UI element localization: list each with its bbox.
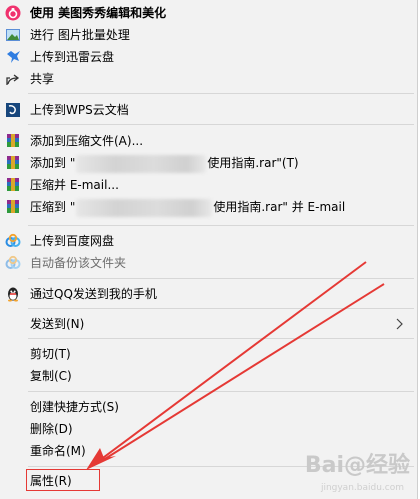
- xunlei-bird-icon: [5, 49, 21, 65]
- watermark-logo: Bai@经验: [304, 453, 410, 478]
- menu-item-label: 添加到压缩文件(A)...: [30, 134, 144, 148]
- menu-item-label: 压缩并 E-mail...: [30, 178, 119, 192]
- menu-item-create-shortcut[interactable]: 创建快捷方式(S): [0, 396, 414, 418]
- menu-item-label: 使用 美图秀秀编辑和美化: [30, 6, 167, 20]
- menu-separator: [28, 225, 414, 226]
- winrar-icon: [5, 177, 21, 193]
- share-icon: [5, 71, 21, 87]
- menu-item-label: 重命名(M): [30, 444, 86, 458]
- wps-cloud-icon: [5, 102, 21, 118]
- chevron-right-icon: [396, 318, 404, 333]
- baidu-netdisk-icon: [5, 255, 21, 271]
- menu-item-label: 创建快捷方式(S): [30, 400, 119, 414]
- menu-item-baidu-upload[interactable]: 上传到百度网盘: [0, 230, 414, 252]
- menu-separator: [28, 278, 414, 279]
- menu-item-compress-email[interactable]: 压缩并 E-mail...: [0, 174, 414, 196]
- label-suffix: 使用指南.rar" 并 E-mail: [213, 200, 346, 214]
- qq-penguin-icon: [5, 286, 21, 302]
- menu-item-delete[interactable]: 删除(D): [0, 418, 414, 440]
- menu-item-label: 添加到 " 使用指南.rar"(T): [30, 152, 299, 174]
- menu-item-label: 删除(D): [30, 422, 73, 436]
- menu-separator: [28, 308, 414, 309]
- winrar-icon: [5, 199, 21, 215]
- menu-item-label: 发送到(N): [30, 317, 85, 331]
- meitu-icon: [5, 5, 21, 21]
- menu-item-qq-send[interactable]: 通过QQ发送到我的手机: [0, 283, 414, 305]
- menu-item-add-to-archive[interactable]: 添加到压缩文件(A)...: [0, 130, 414, 152]
- image-icon: [5, 27, 21, 43]
- menu-item-share[interactable]: 共享: [0, 68, 414, 90]
- redacted-filename: [76, 154, 207, 173]
- menu-item-auto-backup[interactable]: 自动备份该文件夹: [0, 252, 414, 274]
- menu-separator: [28, 338, 414, 339]
- highlight-box: [26, 469, 100, 491]
- menu-item-compress-to-email[interactable]: 压缩到 " 使用指南.rar" 并 E-mail: [0, 196, 414, 218]
- menu-item-label: 进行 图片批量处理: [30, 28, 130, 42]
- menu-item-batch-process[interactable]: 进行 图片批量处理: [0, 24, 414, 46]
- winrar-icon: [5, 155, 21, 171]
- label-suffix: 使用指南.rar"(T): [207, 156, 299, 170]
- menu-item-label: 通过QQ发送到我的手机: [30, 287, 157, 301]
- baidu-netdisk-icon: [5, 233, 21, 249]
- menu-item-meitu-edit[interactable]: 使用 美图秀秀编辑和美化: [0, 2, 414, 24]
- menu-item-label: 自动备份该文件夹: [30, 256, 127, 270]
- label-prefix: 压缩到 ": [30, 200, 76, 214]
- menu-item-label: 上传到百度网盘: [30, 234, 115, 248]
- menu-item-add-to-named-archive[interactable]: 添加到 " 使用指南.rar"(T): [0, 152, 414, 174]
- menu-item-label: 上传到WPS云文档: [30, 103, 129, 117]
- menu-item-label: 剪切(T): [30, 347, 71, 361]
- menu-item-send-to[interactable]: 发送到(N): [0, 313, 414, 335]
- context-menu: 使用 美图秀秀编辑和美化 进行 图片批量处理 上传到迅雷云盘 共享 上传到WPS…: [0, 0, 418, 499]
- menu-separator: [28, 124, 414, 125]
- winrar-icon: [5, 133, 21, 149]
- menu-item-wps-upload[interactable]: 上传到WPS云文档: [0, 99, 414, 121]
- menu-item-label: 共享: [30, 72, 55, 86]
- watermark-url: jingyan.baidu.com: [320, 483, 404, 493]
- label-prefix: 添加到 ": [30, 156, 76, 170]
- menu-separator: [28, 93, 414, 94]
- menu-separator: [28, 391, 414, 392]
- menu-item-label: 复制(C): [30, 369, 72, 383]
- redacted-filename: [76, 198, 213, 217]
- menu-item-label: 上传到迅雷云盘: [30, 50, 115, 64]
- menu-item-label: 压缩到 " 使用指南.rar" 并 E-mail: [30, 196, 345, 218]
- menu-item-copy[interactable]: 复制(C): [0, 365, 414, 387]
- menu-item-cut[interactable]: 剪切(T): [0, 343, 414, 365]
- menu-item-xunlei-upload[interactable]: 上传到迅雷云盘: [0, 46, 414, 68]
